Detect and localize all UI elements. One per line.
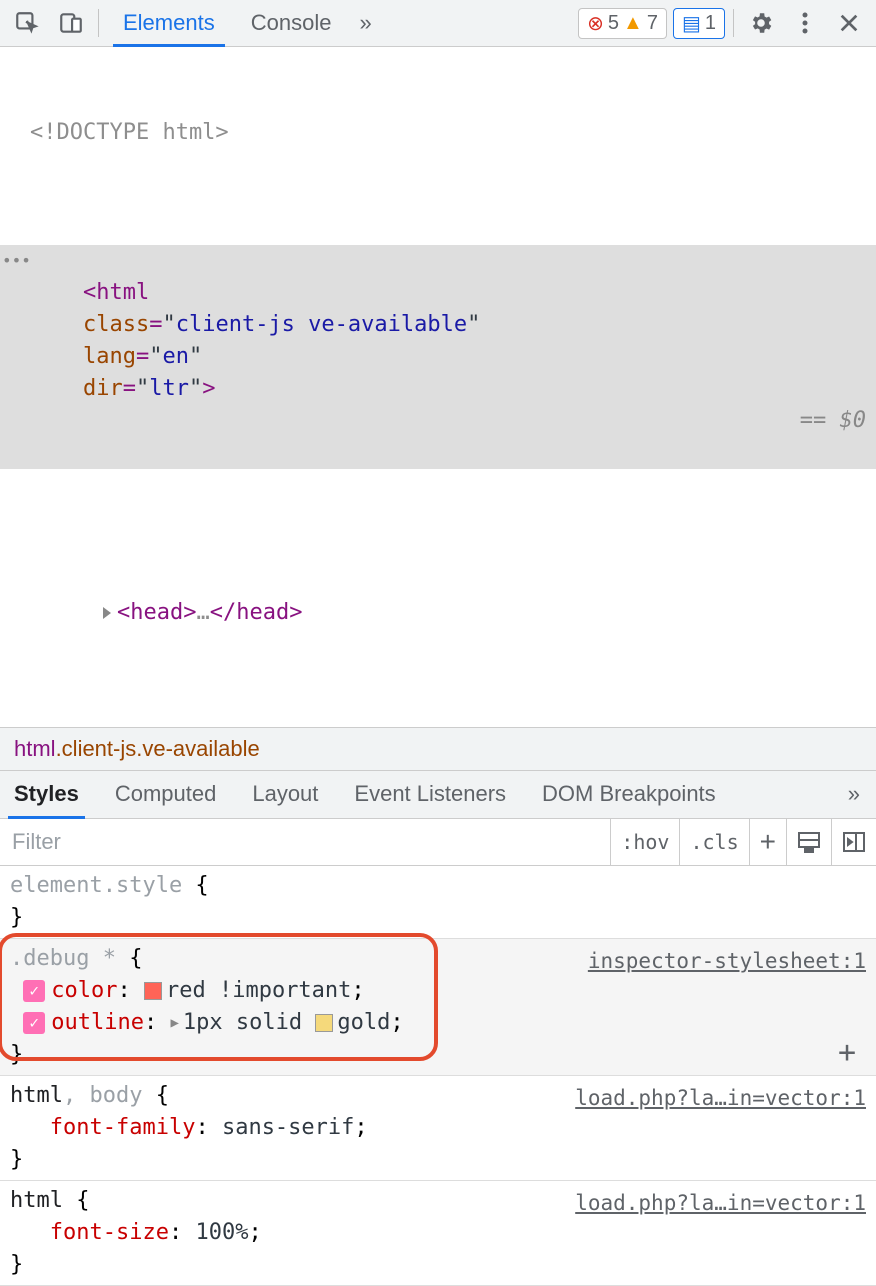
rule-selector[interactable]: element.style [10,873,182,898]
device-toggle-icon[interactable] [50,2,92,44]
issues-count: 1 [705,12,716,35]
dollar-zero-hint: == $0 [800,405,866,437]
console-badge[interactable]: ⊗5 ▲7 [578,8,667,39]
warning-icon: ▲ [623,12,643,35]
rule-selector[interactable]: .debug * [10,946,116,971]
breadcrumb-classes: .client-js.ve-available [56,736,260,762]
devtools-toolbar: Elements Console » ⊗5 ▲7 ▤ 1 [0,0,876,47]
styles-filter-input[interactable] [0,819,610,865]
css-property[interactable]: font-family [50,1115,196,1140]
css-property[interactable]: font-size [50,1220,169,1245]
toolbar-divider [733,9,734,37]
color-swatch[interactable] [144,982,162,1000]
style-rule[interactable]: load.php?la…in=vector:1 html, body { fon… [0,1076,876,1181]
rule-selector[interactable]: html [10,1083,63,1108]
dom-html-element[interactable]: <html class="client-js ve-available" lan… [0,245,876,469]
tab-styles[interactable]: Styles [8,771,85,817]
new-rule-button[interactable]: + [749,819,786,865]
hov-button[interactable]: :hov [610,819,679,865]
tab-console[interactable]: Console [233,0,350,46]
tab-eventlisteners[interactable]: Event Listeners [348,771,512,817]
more-tabs-icon[interactable]: » [351,10,379,36]
style-rule[interactable]: load.php?la…in=vector:1 html { font-size… [0,1181,876,1286]
breadcrumb-tag: html [14,736,56,762]
kebab-icon[interactable] [784,2,826,44]
cls-button[interactable]: .cls [679,819,748,865]
css-value[interactable]: sans-serif [222,1115,354,1140]
error-icon: ⊗ [587,11,604,36]
tab-dombreakpoints[interactable]: DOM Breakpoints [536,771,722,817]
rule-source-link[interactable]: inspector-stylesheet:1 [588,945,866,977]
property-checkbox[interactable]: ✓ [23,1012,45,1034]
more-subtabs-icon[interactable]: » [840,781,868,807]
warning-count: 7 [647,12,658,35]
issues-badge[interactable]: ▤ 1 [673,8,725,39]
main-tabs: Elements Console [105,0,349,46]
css-value[interactable]: 1px solid [183,1010,315,1035]
styles-panel: element.style {} inspector-stylesheet:1 … [0,866,876,1286]
issues-icon: ▤ [682,11,701,36]
property-checkbox[interactable]: ✓ [23,980,45,1002]
css-property[interactable]: outline [51,1010,144,1035]
style-rule-debug[interactable]: inspector-stylesheet:1 .debug * { ✓color… [0,939,876,1076]
gear-icon[interactable] [740,2,782,44]
css-value[interactable]: red !important [166,978,351,1003]
dom-head-element[interactable]: <head>…</head> [0,565,876,661]
styles-tabs: Styles Computed Layout Event Listeners D… [0,771,876,818]
dom-doctype[interactable]: <!DOCTYPE html> [0,117,876,149]
expand-icon[interactable]: ▶ [170,1015,178,1031]
inspect-icon[interactable] [6,2,48,44]
style-rule[interactable]: element.style {} [0,866,876,939]
add-property-button[interactable]: + [838,1037,856,1069]
tab-layout[interactable]: Layout [246,771,324,817]
error-count: 5 [608,12,619,35]
styles-filter-bar: :hov .cls + [0,819,876,866]
caret-icon[interactable] [103,607,111,619]
css-property[interactable]: color [51,978,117,1003]
tab-elements[interactable]: Elements [105,0,233,46]
dom-tree[interactable]: <!DOCTYPE html> <html class="client-js v… [0,47,876,727]
breadcrumb[interactable]: html.client-js.ve-available [0,727,876,771]
close-icon[interactable] [828,2,870,44]
tab-computed[interactable]: Computed [109,771,223,817]
rule-selector[interactable]: html [10,1188,63,1213]
color-swatch[interactable] [315,1014,333,1032]
sidebar-toggle-icon[interactable] [831,819,876,865]
rule-source-link[interactable]: load.php?la…in=vector:1 [575,1082,866,1114]
rule-source-link[interactable]: load.php?la…in=vector:1 [575,1187,866,1219]
toolbar-divider [98,9,99,37]
computed-toggle-icon[interactable] [786,819,831,865]
css-value[interactable]: 100% [195,1220,248,1245]
